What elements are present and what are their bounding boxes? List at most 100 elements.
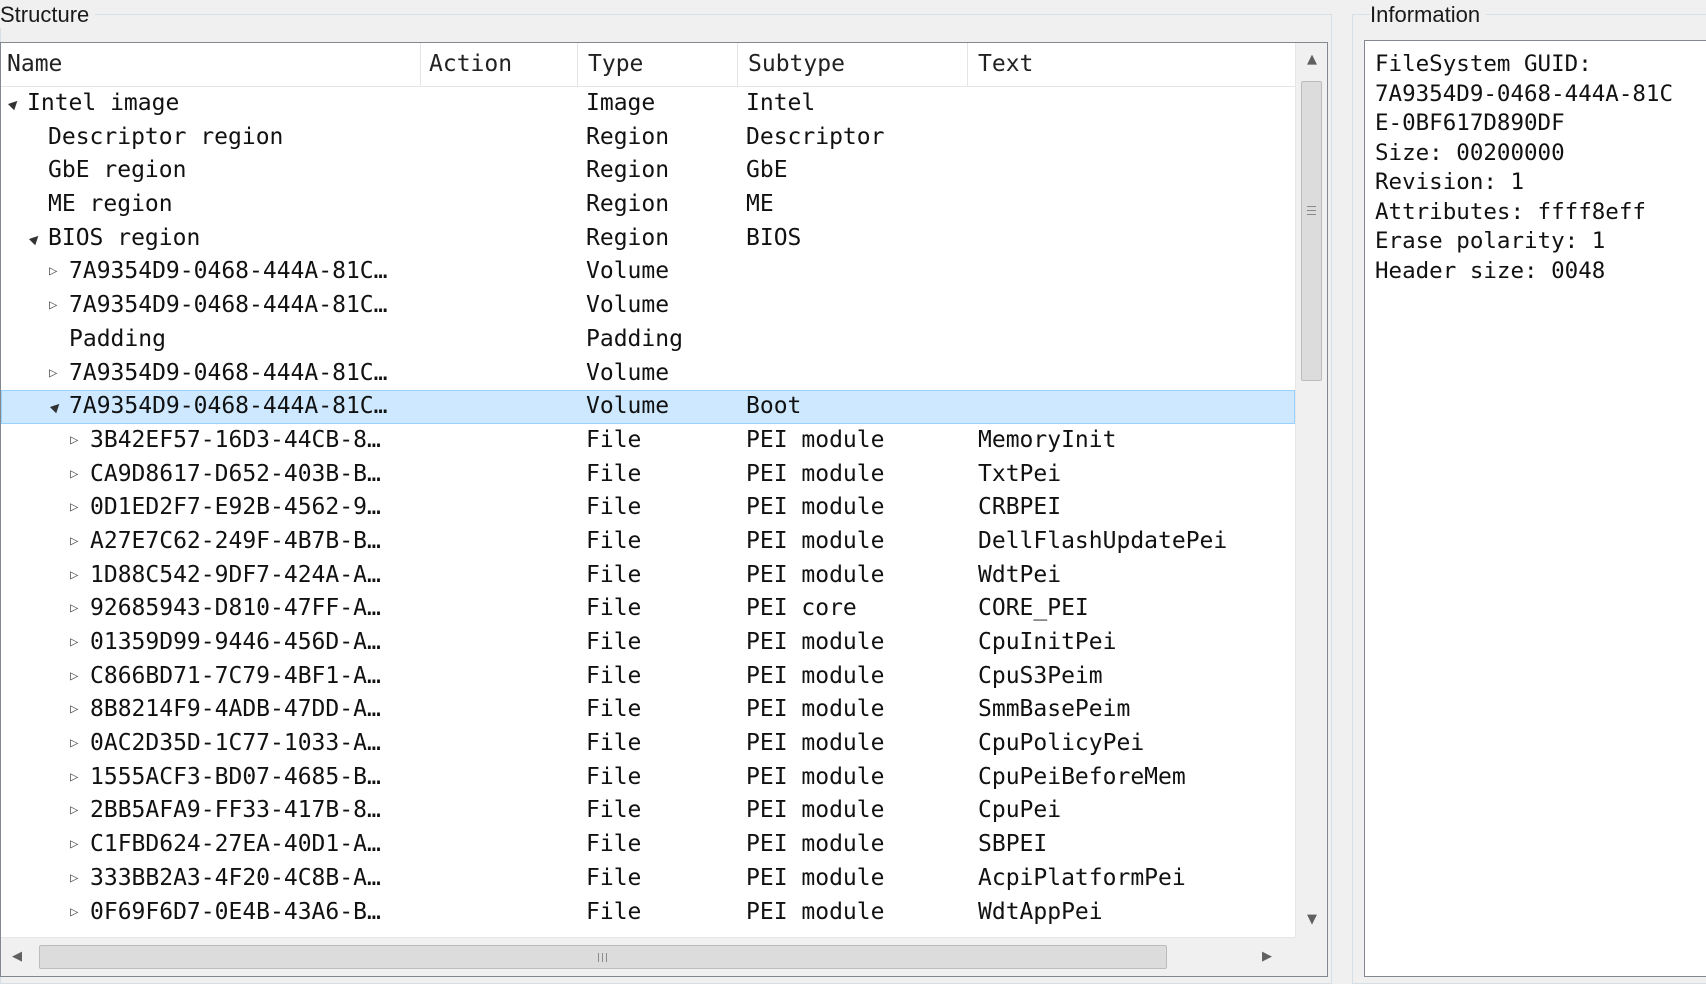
tree-cell-text: CpuPei: [978, 797, 1062, 824]
tree-cell-name: 7A9354D9-0468-444A-81C…: [69, 359, 388, 386]
tree-row[interactable]: ▷ 92685943-D810-47FF-A… File PEI core CORE_P…: [1, 592, 1295, 626]
tree-collapsed-icon[interactable]: ▷: [70, 424, 78, 458]
tree-row[interactable]: ▷ 7A9354D9-0468-444A-81C… Volume: [1, 255, 1295, 289]
tree-collapsed-icon[interactable]: ▷: [70, 896, 78, 930]
tree-row[interactable]: ▷ A27E7C62-249F-4B7B-B… File PEI module Dell…: [1, 525, 1295, 559]
tree-row[interactable]: ▷ 01359D99-9446-456D-A… File PEI module CpuI…: [1, 626, 1295, 660]
tree-cell-name: 92685943-D810-47FF-A…: [90, 595, 381, 622]
tree-cell-subtype: PEI core: [746, 595, 857, 622]
tree-collapsed-icon[interactable]: ▷: [70, 660, 78, 694]
tree-cell-type: File: [586, 561, 642, 588]
tree-row[interactable]: ▷ 7A9354D9-0468-444A-81C… Volume: [1, 357, 1295, 391]
tree-cell-name: CA9D8617-D652-403B-B…: [90, 460, 381, 487]
tree-cell-text: CpuInitPei: [978, 629, 1117, 655]
tree-cell-subtype: PEI module: [746, 662, 885, 689]
tree-cell-name: 0F69F6D7-0E4B-43A6-B…: [90, 898, 381, 925]
vertical-scroll-thumb[interactable]: [1301, 81, 1322, 381]
tree-cell-type: Region: [586, 191, 670, 218]
tree-collapsed-icon[interactable]: ▷: [70, 693, 78, 727]
thumb-grip-icon: [1307, 214, 1316, 215]
tree-collapsed-icon[interactable]: ▷: [49, 289, 57, 323]
tree-cell-type: File: [586, 898, 642, 925]
tree-row[interactable]: ▷ 3B42EF57-16D3-44CB-8… File PEI module Memo…: [1, 424, 1295, 458]
tree-cell-type: File: [586, 629, 642, 655]
vertical-scrollbar[interactable]: ▲ ▼: [1295, 43, 1327, 937]
tree-row[interactable]: Padding Padding: [1, 323, 1295, 357]
tree-row[interactable]: ▷ CA9D8617-D652-403B-B… File PEI module TxtP…: [1, 458, 1295, 492]
tree-cell-type: Region: [586, 157, 670, 184]
tree-row[interactable]: ▷ 2BB5AFA9-FF33-417B-8… File PEI module CpuP…: [1, 794, 1295, 828]
tree-collapsed-icon[interactable]: ▷: [70, 862, 78, 896]
tree-cell-subtype: PEI module: [746, 696, 885, 723]
tree-cell-text: CpuS3Peim: [978, 662, 1103, 689]
tree-row[interactable]: GbE region Region GbE: [1, 154, 1295, 188]
panel-splitter[interactable]: [1335, 0, 1343, 984]
tree-row[interactable]: ▷ 0F69F6D7-0E4B-43A6-B… File PEI module WdtA…: [1, 896, 1295, 930]
tree-row[interactable]: Descriptor region Region Descriptor: [1, 121, 1295, 155]
tree-row[interactable]: ▲ 7A9354D9-0468-444A-81C… Volume Boot: [1, 390, 1295, 424]
tree-header: Name Action Type Subtype Text: [1, 43, 1295, 87]
tree-collapsed-icon[interactable]: ▷: [49, 255, 57, 289]
column-header-type[interactable]: Type: [578, 43, 738, 86]
scroll-left-arrow-icon[interactable]: ◀: [1, 940, 33, 974]
horizontal-scrollbar[interactable]: ◀ ▶: [1, 937, 1295, 976]
tree-cell-type: File: [586, 527, 642, 554]
scrollbar-corner: [1295, 937, 1327, 976]
tree-cell-name: C866BD71-7C79-4BF1-A…: [90, 662, 381, 689]
info-line: Erase polarity: 1: [1375, 228, 1606, 254]
tree-cell-type: Volume: [586, 393, 670, 420]
info-line: E-0BF617D890DF: [1375, 110, 1565, 136]
tree-cell-name: 3B42EF57-16D3-44CB-8…: [90, 426, 381, 453]
tree-expanded-icon[interactable]: ▲: [20, 223, 50, 253]
info-line: 7A9354D9-0468-444A-81C: [1375, 80, 1674, 107]
tree-collapsed-icon[interactable]: ▷: [70, 525, 78, 559]
tree-row[interactable]: ▷ 0D1ED2F7-E92B-4562-9… File PEI module CRBP…: [1, 491, 1295, 525]
tree-collapsed-icon[interactable]: ▷: [70, 727, 78, 761]
tree-collapsed-icon[interactable]: ▷: [70, 794, 78, 828]
info-line: Attributes: ffff8eff: [1375, 198, 1646, 225]
tree-collapsed-icon[interactable]: ▷: [70, 559, 78, 593]
tree-row[interactable]: ▷ 7A9354D9-0468-444A-81C… Volume: [1, 289, 1295, 323]
tree-cell-subtype: PEI module: [746, 527, 885, 554]
tree-collapsed-icon[interactable]: ▷: [70, 458, 78, 492]
tree-collapsed-icon[interactable]: ▷: [70, 761, 78, 795]
tree-row[interactable]: ▷ 1555ACF3-BD07-4685-B… File PEI module CpuP…: [1, 761, 1295, 795]
horizontal-scroll-thumb[interactable]: [39, 945, 1167, 969]
tree-cell-name: 7A9354D9-0468-444A-81C…: [69, 292, 388, 319]
tree-expanded-icon[interactable]: ▲: [41, 392, 71, 422]
tree-cell-text: AcpiPlatformPei: [978, 864, 1186, 891]
tree-row[interactable]: ▲ BIOS region Region BIOS: [1, 222, 1295, 256]
tree-cell-type: Region: [586, 224, 670, 251]
tree-row[interactable]: ▷ C1FBD624-27EA-40D1-A… File PEI module SBPE…: [1, 828, 1295, 862]
tree-collapsed-icon[interactable]: ▷: [70, 491, 78, 525]
tree-cell-subtype: PEI module: [746, 629, 885, 655]
information-panel[interactable]: FileSystem GUID: 7A9354D9-0468-444A-81C …: [1364, 40, 1706, 977]
scroll-up-arrow-icon[interactable]: ▲: [1296, 43, 1327, 77]
tree-row[interactable]: ▷ 8B8214F9-4ADB-47DD-A… File PEI module SmmB…: [1, 693, 1295, 727]
tree-cell-type: File: [586, 864, 642, 891]
scroll-down-arrow-icon[interactable]: ▼: [1296, 903, 1327, 937]
tree-row[interactable]: ME region Region ME: [1, 188, 1295, 222]
column-header-subtype[interactable]: Subtype: [738, 43, 968, 86]
tree-cell-type: Volume: [586, 258, 670, 285]
tree-row[interactable]: ▷ C866BD71-7C79-4BF1-A… File PEI module CpuS…: [1, 660, 1295, 694]
tree-collapsed-icon[interactable]: ▷: [70, 592, 78, 626]
tree-row[interactable]: ▷ 1D88C542-9DF7-424A-A… File PEI module WdtP…: [1, 559, 1295, 593]
tree-collapsed-icon[interactable]: ▷: [49, 357, 57, 391]
structure-tree[interactable]: Name Action Type Subtype Text ▲ Intel ima…: [0, 42, 1328, 977]
tree-cell-type: File: [586, 494, 642, 521]
tree-cell-subtype: ME: [746, 191, 774, 218]
tree-expanded-icon[interactable]: ▲: [1, 89, 29, 119]
tree-cell-subtype: PEI module: [746, 831, 885, 858]
column-header-name[interactable]: Name: [1, 43, 421, 86]
scroll-right-arrow-icon[interactable]: ▶: [1251, 940, 1283, 974]
tree-cell-type: File: [586, 696, 642, 723]
column-header-action[interactable]: Action: [421, 43, 578, 86]
tree-collapsed-icon[interactable]: ▷: [70, 626, 78, 660]
tree-collapsed-icon[interactable]: ▷: [70, 828, 78, 862]
tree-row[interactable]: ▷ 333BB2A3-4F20-4C8B-A… File PEI module Acpi…: [1, 862, 1295, 896]
tree-row[interactable]: ▷ 0AC2D35D-1C77-1033-A… File PEI module CpuP…: [1, 727, 1295, 761]
tree-cell-subtype: PEI module: [746, 561, 885, 588]
tree-row[interactable]: ▲ Intel image Image Intel: [1, 87, 1295, 121]
column-header-text[interactable]: Text: [968, 43, 1295, 86]
